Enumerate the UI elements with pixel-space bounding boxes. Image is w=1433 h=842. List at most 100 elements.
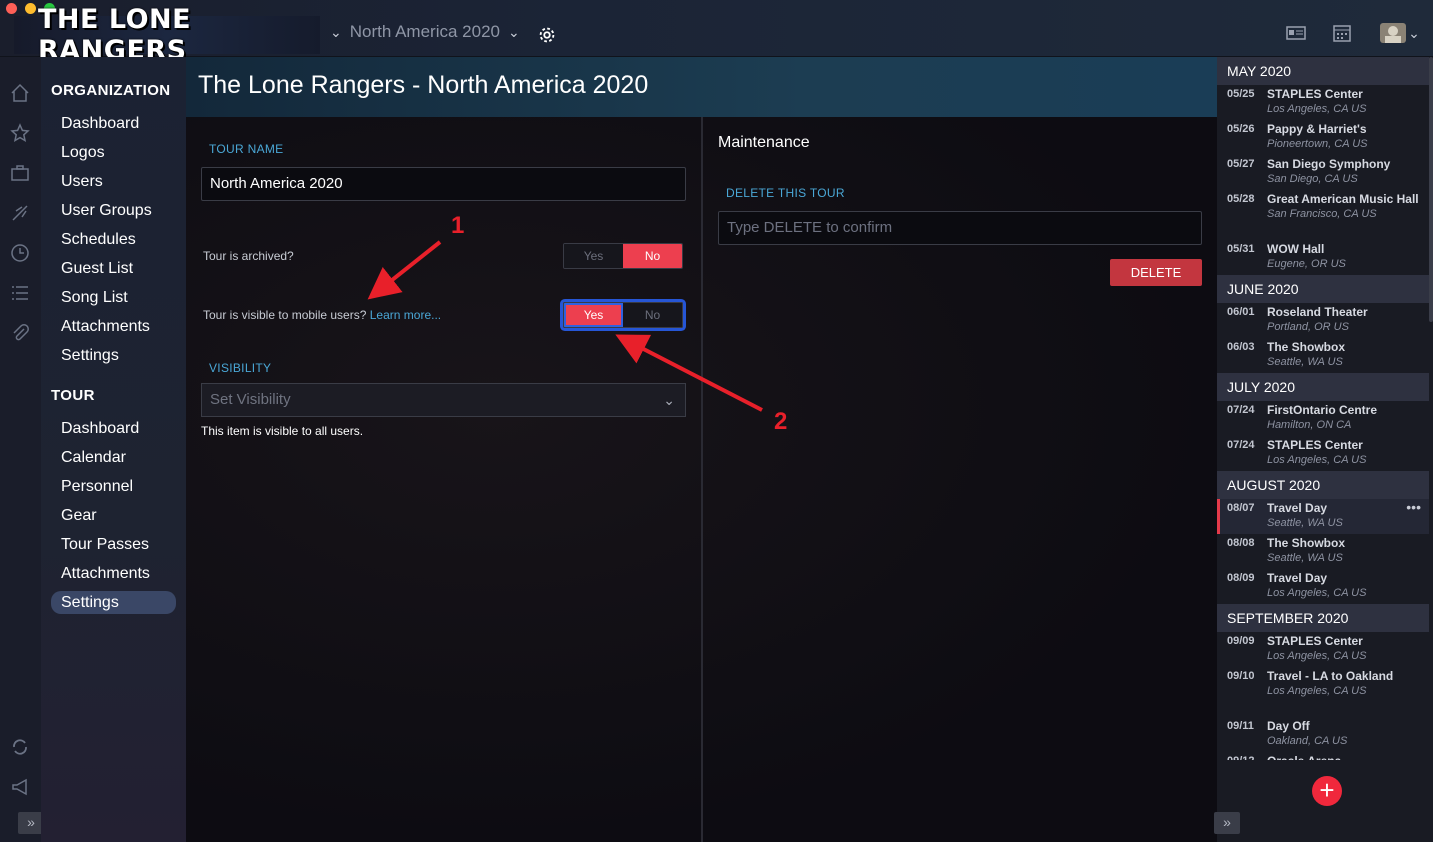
visibility-select-value: Set Visibility: [210, 391, 291, 408]
event-date: 05/31: [1227, 243, 1255, 255]
event-date: 08/08: [1227, 537, 1255, 549]
contact-card-icon[interactable]: [1283, 20, 1309, 46]
schedule-event-row[interactable]: 08/07 Travel Day Seattle, WA US •••: [1217, 499, 1429, 534]
schedule-event-row[interactable]: 05/31 WOW Hall Eugene, OR US: [1217, 240, 1429, 275]
archived-no-option[interactable]: No: [623, 244, 682, 268]
minimize-window-button[interactable]: [25, 3, 36, 14]
event-date: 06/03: [1227, 341, 1255, 353]
event-info: STAPLES Center Los Angeles, CA US: [1267, 436, 1429, 471]
band-logo[interactable]: THE LONE RANGERS: [14, 4, 320, 66]
schedule-event-row[interactable]: 09/11 Day Off Oakland, CA US: [1217, 717, 1429, 752]
nav-tour-personnel[interactable]: Personnel: [51, 475, 176, 498]
archived-toggle[interactable]: Yes No: [563, 243, 683, 269]
nav-org-user-groups[interactable]: User Groups: [51, 199, 176, 222]
tour-section-title: TOUR: [51, 387, 95, 404]
schedule-event-row[interactable]: 09/12Oracle ArenaOakland, CA US: [1217, 752, 1429, 760]
delete-confirm-input[interactable]: Type DELETE to confirm: [718, 211, 1202, 245]
schedule-event-row[interactable]: 07/24 STAPLES Center Los Angeles, CA US: [1217, 436, 1429, 471]
month-header: MAY 2020: [1217, 57, 1429, 85]
nav-org-schedules[interactable]: Schedules: [51, 228, 176, 251]
event-location: Los Angeles, CA US: [1267, 685, 1367, 697]
airplane-icon[interactable]: [8, 201, 32, 225]
month-header: AUGUST 2020: [1217, 471, 1429, 499]
chevron-down-icon: ⌄: [1408, 24, 1420, 41]
sync-icon[interactable]: [8, 735, 32, 759]
schedule-event-row[interactable]: 09/10 Travel - LA to Oakland Los Angeles, …: [1217, 667, 1429, 717]
nav-tour-gear[interactable]: Gear: [51, 504, 176, 527]
event-venue: STAPLES Center: [1267, 87, 1363, 101]
schedule-event-row[interactable]: 05/26 Pappy & Harriet's Pioneertown, CA US: [1217, 120, 1429, 155]
event-venue: FirstOntario Centre: [1267, 403, 1378, 417]
schedule-scrollbar[interactable]: [1429, 57, 1433, 322]
event-info: STAPLES Center Los Angeles, CA US: [1267, 85, 1429, 120]
megaphone-icon[interactable]: [8, 775, 32, 799]
calendar-icon[interactable]: [1329, 20, 1355, 46]
schedule-event-row[interactable]: 05/25 STAPLES Center Los Angeles, CA US: [1217, 85, 1429, 120]
nav-tour-calendar[interactable]: Calendar: [51, 446, 176, 469]
collapse-schedule-button[interactable]: »: [1214, 812, 1240, 834]
top-right-toolbar: ⌄: [1283, 20, 1423, 46]
organization-section-title: ORGANIZATION: [51, 82, 171, 99]
visibility-select[interactable]: Set Visibility ⌄: [201, 383, 686, 417]
close-window-button[interactable]: [6, 3, 17, 14]
home-icon[interactable]: [8, 81, 32, 105]
visibility-label: VISIBILITY: [209, 361, 272, 375]
nav-tour-passes[interactable]: Tour Passes: [51, 533, 176, 556]
schedule-sidebar: MAY 2020 05/25 STAPLES Center Los Angeles, …: [1214, 57, 1433, 842]
star-icon[interactable]: [8, 121, 32, 145]
event-info: Travel - LA to Oakland Los Angeles, CA US: [1267, 667, 1429, 717]
nav-tour-dashboard[interactable]: Dashboard: [51, 417, 176, 440]
event-venue: WOW Hall: [1267, 242, 1325, 256]
schedule-event-row[interactable]: 08/09 Travel Day Los Angeles, CA US: [1217, 569, 1429, 604]
schedule-event-row[interactable]: 06/01 Roseland Theater Portland, OR US: [1217, 303, 1429, 338]
briefcase-icon[interactable]: [8, 161, 32, 185]
learn-more-link[interactable]: Learn more...: [370, 308, 441, 322]
nav-org-users[interactable]: Users: [51, 170, 176, 193]
mobile-visible-question: Tour is visible to mobile users? Learn m…: [203, 308, 441, 322]
column-divider: [701, 117, 703, 842]
event-info: FirstOntario Centre Hamilton, ON CA: [1267, 401, 1429, 436]
event-info: Travel Day Los Angeles, CA US: [1267, 569, 1429, 604]
nav-tour-settings[interactable]: Settings: [51, 591, 176, 614]
event-location: Eugene, OR US: [1267, 258, 1346, 270]
schedule-event-row[interactable]: 09/09 STAPLES Center Los Angeles, CA US: [1217, 632, 1429, 667]
event-venue: Oracle Arena: [1267, 754, 1429, 760]
more-options-icon[interactable]: •••: [1406, 499, 1421, 515]
month-header: JULY 2020: [1217, 373, 1429, 401]
nav-org-logos[interactable]: Logos: [51, 141, 176, 164]
schedule-event-row[interactable]: 07/24 FirstOntario Centre Hamilton, ON CA: [1217, 401, 1429, 436]
event-date: 05/26: [1227, 123, 1255, 135]
event-date: 07/24: [1227, 439, 1255, 451]
event-info: STAPLES Center Los Angeles, CA US: [1267, 632, 1429, 667]
nav-org-settings[interactable]: Settings: [51, 344, 176, 367]
tour-selector[interactable]: ⌄ North America 2020 ⌄: [330, 22, 520, 42]
mobile-visible-no-option[interactable]: No: [623, 303, 682, 327]
event-info: Pappy & Harriet's Pioneertown, CA US: [1267, 120, 1429, 155]
event-date: 08/07: [1227, 502, 1255, 514]
schedule-event-row[interactable]: 05/27 San Diego Symphony San Diego, CA US: [1217, 155, 1429, 190]
user-avatar-menu[interactable]: ⌄: [1375, 20, 1423, 46]
delete-tour-button[interactable]: DELETE: [1110, 259, 1202, 286]
nav-org-attachments[interactable]: Attachments: [51, 315, 176, 338]
event-venue: Day Off: [1267, 719, 1310, 733]
nav-org-guest-list[interactable]: Guest List: [51, 257, 176, 280]
archived-yes-option[interactable]: Yes: [564, 244, 623, 268]
mobile-visible-yes-option[interactable]: Yes: [564, 303, 623, 327]
annotation-label-2: 2: [774, 408, 788, 435]
schedule-list[interactable]: MAY 2020 05/25 STAPLES Center Los Angeles, …: [1217, 57, 1429, 760]
schedule-event-row[interactable]: 08/08 The Showbox Seattle, WA US: [1217, 534, 1429, 569]
nav-org-dashboard[interactable]: Dashboard: [51, 112, 176, 135]
clock-icon[interactable]: [8, 241, 32, 265]
tour-name-input[interactable]: North America 2020: [201, 167, 686, 201]
gear-icon[interactable]: [536, 24, 558, 46]
nav-tour-attachments[interactable]: Attachments: [51, 562, 176, 585]
schedule-event-row[interactable]: 06/03 The Showbox Seattle, WA US: [1217, 338, 1429, 373]
event-date: 09/10: [1227, 670, 1255, 682]
mobile-visible-toggle[interactable]: Yes No: [563, 302, 683, 328]
page-title: The Lone Rangers - North America 2020: [198, 71, 649, 99]
paperclip-icon[interactable]: [8, 321, 32, 345]
add-event-button[interactable]: +: [1312, 776, 1342, 806]
nav-org-song-list[interactable]: Song List: [51, 286, 176, 309]
schedule-event-row[interactable]: 05/28 Great American Music Hall San Franci…: [1217, 190, 1429, 240]
list-icon[interactable]: [8, 281, 32, 305]
